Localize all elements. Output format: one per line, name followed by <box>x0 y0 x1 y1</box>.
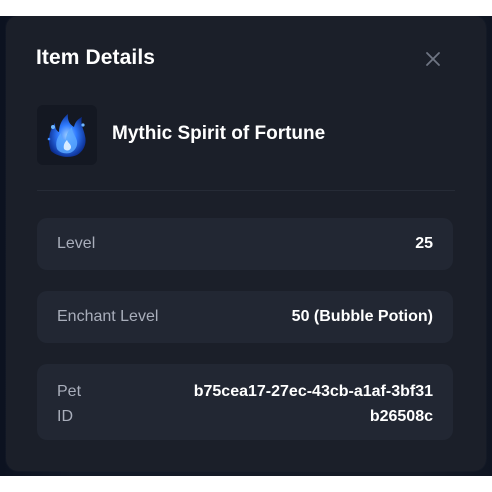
item-thumbnail <box>37 105 97 165</box>
close-icon <box>426 52 440 66</box>
detail-value[interactable]: b75cea17-27ec-43cb-a1af-3bf31b26508c <box>193 379 433 429</box>
screen: Item Details Mythic Spirit of Fortune Le… <box>0 0 492 492</box>
close-button[interactable] <box>422 48 444 70</box>
divider <box>37 190 455 191</box>
detail-label: Level <box>57 235 96 252</box>
detail-label: Pet ID <box>57 383 82 425</box>
detail-value: 50 (Bubble Potion) <box>291 308 433 325</box>
item-name: Mythic Spirit of Fortune <box>112 123 326 144</box>
blue-flame-spirit-icon <box>47 114 86 157</box>
detail-row-enchant-level: Enchant Level 50 (Bubble Potion) <box>37 291 453 343</box>
detail-row-level: Level 25 <box>37 218 453 270</box>
detail-value: 25 <box>415 235 433 252</box>
item-details-modal: Item Details Mythic Spirit of Fortune Le… <box>6 16 486 471</box>
modal-title: Item Details <box>36 46 156 69</box>
detail-row-pet-id: Pet ID b75cea17-27ec-43cb-a1af-3bf31b265… <box>37 364 453 440</box>
detail-label: Enchant Level <box>57 308 159 325</box>
